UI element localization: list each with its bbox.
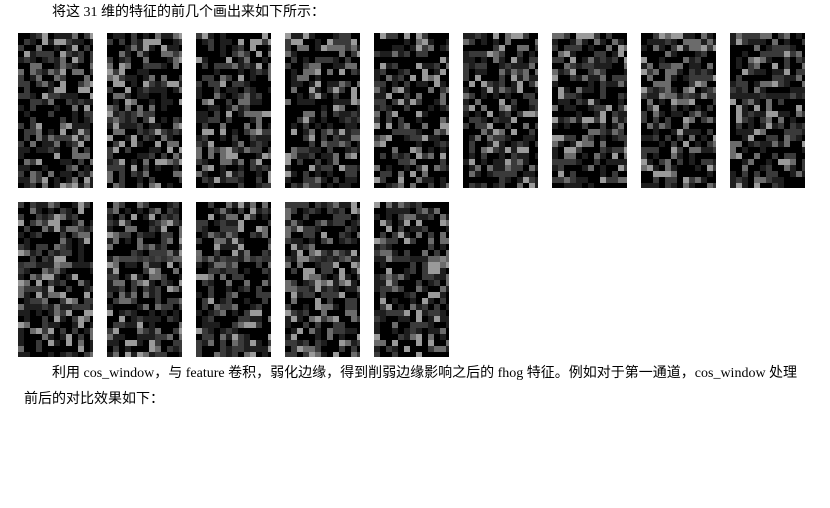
feature-thumbnail: [374, 33, 449, 188]
feature-thumbnail: [552, 33, 627, 188]
document-page: 将这 31 维的特征的前几个画出来如下所示： 利用 cos_window，与 f…: [0, 0, 830, 430]
feature-thumbnail: [18, 202, 93, 357]
feature-thumbnail: [463, 33, 538, 188]
feature-thumbnail: [107, 33, 182, 188]
feature-thumbnail: [107, 202, 182, 357]
paragraph-conclusion: 利用 cos_window，与 feature 卷积，弱化边缘，得到削弱边缘影响…: [24, 361, 806, 414]
feature-thumbnail: [285, 33, 360, 188]
feature-thumbnail-grid: [18, 33, 818, 357]
feature-thumbnail: [641, 33, 716, 188]
feature-thumbnail: [196, 202, 271, 357]
feature-thumbnail: [196, 33, 271, 188]
feature-thumbnail: [730, 33, 805, 188]
feature-thumbnail: [374, 202, 449, 357]
feature-thumbnail: [285, 202, 360, 357]
paragraph-intro: 将这 31 维的特征的前几个画出来如下所示：: [24, 0, 806, 27]
feature-thumbnail: [18, 33, 93, 188]
